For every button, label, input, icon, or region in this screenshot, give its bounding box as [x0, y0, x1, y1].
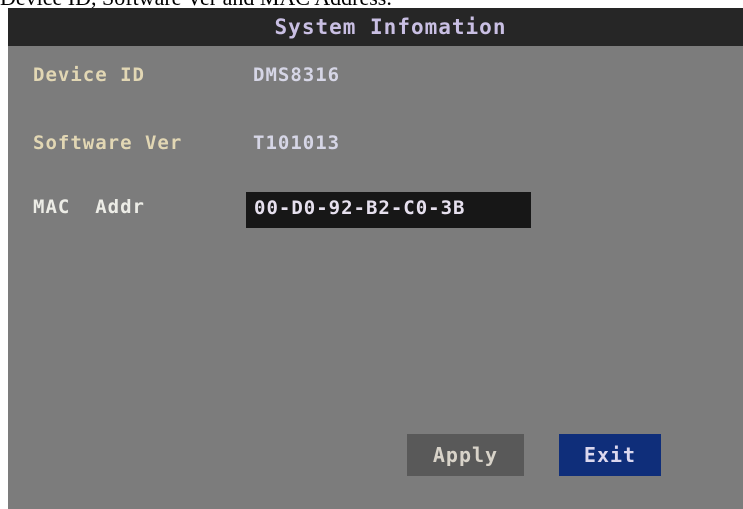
title-bar: System Infomation [8, 8, 743, 46]
device-id-value: DMS8316 [253, 64, 341, 86]
device-id-row: Device ID DMS8316 [8, 60, 743, 94]
mac-address-value: 00-D0-92-B2-C0-3B [254, 197, 466, 219]
mac-address-row: MAC Addr 00-D0-92-B2-C0-3B [8, 192, 743, 228]
apply-button[interactable]: Apply [407, 434, 524, 476]
device-id-label: Device ID [33, 64, 145, 86]
software-version-label: Software Ver [33, 132, 183, 154]
mac-address-field[interactable]: 00-D0-92-B2-C0-3B [246, 192, 531, 228]
software-version-value: T101013 [253, 132, 341, 154]
mac-address-label: MAC Addr [33, 196, 145, 218]
exit-button[interactable]: Exit [559, 434, 661, 476]
system-information-dialog: System Infomation Device ID DMS8316 Soft… [8, 8, 743, 509]
software-version-row: Software Ver T101013 [8, 128, 743, 162]
caption-text: Device ID, Software Ver and MAC Address. [0, 0, 743, 8]
dialog-title: System Infomation [274, 15, 507, 39]
